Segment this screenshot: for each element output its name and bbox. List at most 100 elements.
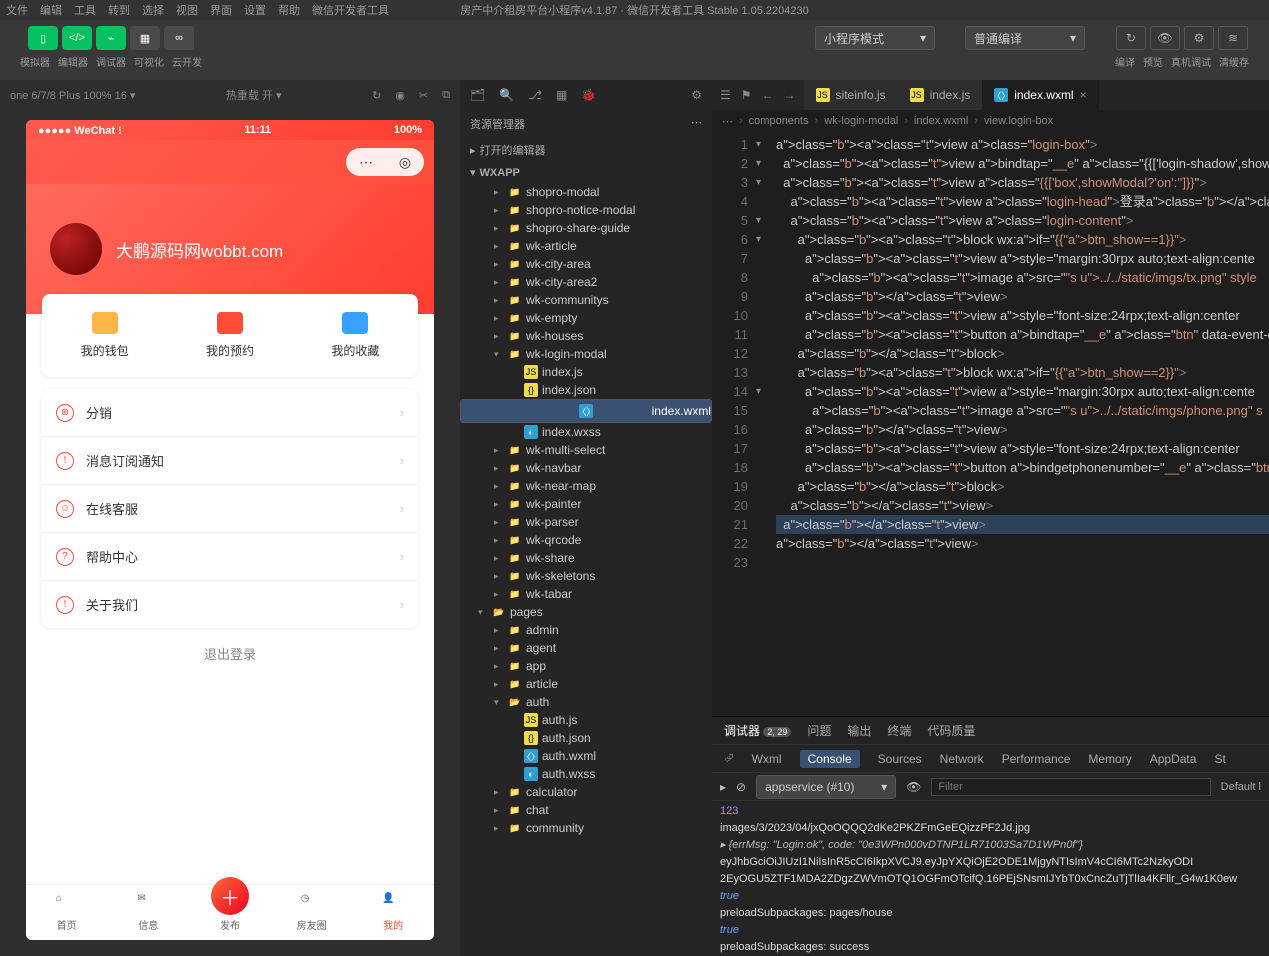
menu-item[interactable]: 界面 bbox=[210, 2, 232, 18]
avatar[interactable] bbox=[50, 223, 102, 275]
stop-icon[interactable]: ▸ bbox=[720, 780, 726, 794]
menu-item[interactable]: 帮助 bbox=[278, 2, 300, 18]
open-editors-section[interactable]: ▸打开的编辑器 bbox=[460, 138, 712, 162]
root-section[interactable]: ▾WXAPP bbox=[460, 162, 712, 183]
menu-item[interactable]: 选择 bbox=[142, 2, 164, 18]
compile-icon[interactable]: ↻ bbox=[1116, 26, 1146, 50]
tab-msg[interactable]: ✉信息 bbox=[108, 885, 190, 940]
tree-node[interactable]: JSauth.js bbox=[460, 711, 712, 729]
menu-item[interactable]: 视图 bbox=[176, 2, 198, 18]
menu-item[interactable]: 设置 bbox=[244, 2, 266, 18]
tree-node[interactable]: ▸📁wk-parser bbox=[460, 513, 712, 531]
bookmark-icon[interactable]: ☰ bbox=[720, 88, 731, 102]
logout-button[interactable]: 退出登录 bbox=[26, 628, 434, 679]
tree-node[interactable]: JSindex.js bbox=[460, 363, 712, 381]
tree-node[interactable]: ▸📁shopro-modal bbox=[460, 183, 712, 201]
devtools-subtab[interactable]: Wxml bbox=[752, 752, 782, 766]
devtools-subtab[interactable]: AppData bbox=[1150, 752, 1197, 766]
devtools-subtab[interactable]: Console bbox=[800, 750, 860, 768]
filter-input[interactable] bbox=[931, 778, 1210, 796]
console-output[interactable]: 123images/3/2023/04/jxQoOQQQ2dKe2PKZFmGe… bbox=[712, 801, 1269, 956]
tab-home[interactable]: ⌂首页 bbox=[26, 885, 108, 940]
hot-reload-toggle[interactable]: 热重载 开 ▾ bbox=[226, 87, 282, 103]
clear-icon[interactable]: ⊘ bbox=[736, 780, 746, 794]
visual-button[interactable]: ▦ bbox=[130, 26, 160, 50]
git-icon[interactable]: ⎇ bbox=[528, 88, 542, 102]
tree-node[interactable]: 〈〉auth.wxml bbox=[460, 747, 712, 765]
devtools-tab[interactable]: 代码质量 bbox=[927, 722, 975, 739]
tree-node[interactable]: ▸📁wk-city-area bbox=[460, 255, 712, 273]
debugger-button[interactable]: ⌁ bbox=[96, 26, 126, 50]
list-item[interactable]: ?帮助中心› bbox=[42, 533, 418, 581]
tree-node[interactable]: ▸📁wk-share bbox=[460, 549, 712, 567]
scope-select[interactable]: appservice (#10)▾ bbox=[756, 775, 896, 799]
tree-node[interactable]: ▸📁shopro-share-guide bbox=[460, 219, 712, 237]
tab-mine[interactable]: 👤我的 bbox=[352, 885, 434, 940]
tree-node[interactable]: ▾📁wk-login-modal bbox=[460, 345, 712, 363]
menu-item[interactable]: 编辑 bbox=[40, 2, 62, 18]
inspect-icon[interactable]: ⮰ bbox=[724, 751, 734, 766]
tree-node[interactable]: ▸📁wk-multi-select bbox=[460, 441, 712, 459]
tree-node[interactable]: ▸📁agent bbox=[460, 639, 712, 657]
mode-select[interactable]: 小程序模式▾ bbox=[815, 26, 935, 50]
wallet-button[interactable]: 我的钱包 bbox=[42, 312, 167, 359]
cloud-button[interactable]: ∞ bbox=[164, 26, 194, 50]
compile-mode-select[interactable]: 普通编译▾ bbox=[965, 26, 1085, 50]
tree-node[interactable]: ▸📁wk-painter bbox=[460, 495, 712, 513]
tree-node[interactable]: ▸📁wk-houses bbox=[460, 327, 712, 345]
simulator-button[interactable]: ▯ bbox=[28, 26, 58, 50]
preview-icon[interactable]: 👁 bbox=[1150, 26, 1180, 50]
fwd-icon[interactable]: → bbox=[784, 88, 796, 102]
more-icon[interactable]: ⋯ bbox=[691, 116, 702, 132]
tree-node[interactable]: ▾📂pages bbox=[460, 603, 712, 621]
tree-node[interactable]: ◐index.wxss bbox=[460, 423, 712, 441]
tree-node[interactable]: ▸📁chat bbox=[460, 801, 712, 819]
tree-node[interactable]: ▸📁wk-qrcode bbox=[460, 531, 712, 549]
tree-node[interactable]: ▸📁wk-article bbox=[460, 237, 712, 255]
tree-node[interactable]: ▸📁wk-navbar bbox=[460, 459, 712, 477]
menu-item[interactable]: 转到 bbox=[108, 2, 130, 18]
devtools-subtab[interactable]: Memory bbox=[1088, 752, 1131, 766]
eye-icon[interactable]: 👁 bbox=[906, 780, 921, 794]
list-item[interactable]: !关于我们› bbox=[42, 581, 418, 628]
files-icon[interactable]: 🗂 bbox=[470, 88, 485, 102]
debug-icon[interactable]: 🐞 bbox=[581, 88, 596, 102]
devtools-subtab[interactable]: Performance bbox=[1002, 752, 1071, 766]
tree-node[interactable]: ▸📁wk-communitys bbox=[460, 291, 712, 309]
tree-node[interactable]: ▸📁wk-skeletons bbox=[460, 567, 712, 585]
settings-icon[interactable]: ⚙ bbox=[691, 88, 702, 102]
tree-node[interactable]: {}index.json bbox=[460, 381, 712, 399]
editor-button[interactable]: </> bbox=[62, 26, 92, 50]
marker-icon[interactable]: ⚑ bbox=[741, 88, 752, 102]
reserve-button[interactable]: 我的预约 bbox=[167, 312, 292, 359]
back-icon[interactable]: ← bbox=[762, 88, 774, 102]
tree-node[interactable]: ▸📁community bbox=[460, 819, 712, 837]
tree-node[interactable]: ▸📁shopro-notice-modal bbox=[460, 201, 712, 219]
list-item[interactable]: ⊕分销› bbox=[42, 389, 418, 437]
clear-cache-icon[interactable]: ≋ bbox=[1218, 26, 1248, 50]
tree-node[interactable]: ▸📁app bbox=[460, 657, 712, 675]
devtools-tab[interactable]: 终端 bbox=[887, 722, 911, 739]
tree-node[interactable]: ▸📁wk-city-area2 bbox=[460, 273, 712, 291]
cut-icon[interactable]: ✂ bbox=[419, 89, 428, 102]
record-icon[interactable]: ◉ bbox=[395, 89, 405, 102]
editor-tab[interactable]: JSindex.js bbox=[898, 80, 983, 110]
devtools-tab[interactable]: 问题 bbox=[807, 722, 831, 739]
tree-node[interactable]: ▾📂auth bbox=[460, 693, 712, 711]
search-icon[interactable]: 🔍 bbox=[499, 88, 514, 102]
devtools-tab[interactable]: 调试器 2, 29 bbox=[724, 722, 791, 739]
tree-node[interactable]: 〈〉index.wxml bbox=[460, 399, 712, 423]
tree-node[interactable]: ▸📁admin bbox=[460, 621, 712, 639]
editor-tab[interactable]: 〈〉index.wxml× bbox=[982, 80, 1098, 110]
tree-node[interactable]: ◐auth.wxss bbox=[460, 765, 712, 783]
devtools-tab[interactable]: 输出 bbox=[847, 722, 871, 739]
favorite-button[interactable]: 我的收藏 bbox=[293, 312, 418, 359]
remote-debug-icon[interactable]: ⚙ bbox=[1184, 26, 1214, 50]
log-level-select[interactable]: Default l bbox=[1221, 781, 1261, 793]
menu-item[interactable]: 微信开发者工具 bbox=[312, 2, 389, 18]
devtools-subtab[interactable]: St bbox=[1214, 752, 1225, 766]
ext-icon[interactable]: ▦ bbox=[556, 88, 567, 102]
devtools-subtab[interactable]: Sources bbox=[878, 752, 922, 766]
devtools-subtab[interactable]: Network bbox=[940, 752, 984, 766]
capsule-button[interactable]: ⋯◎ bbox=[346, 148, 424, 176]
